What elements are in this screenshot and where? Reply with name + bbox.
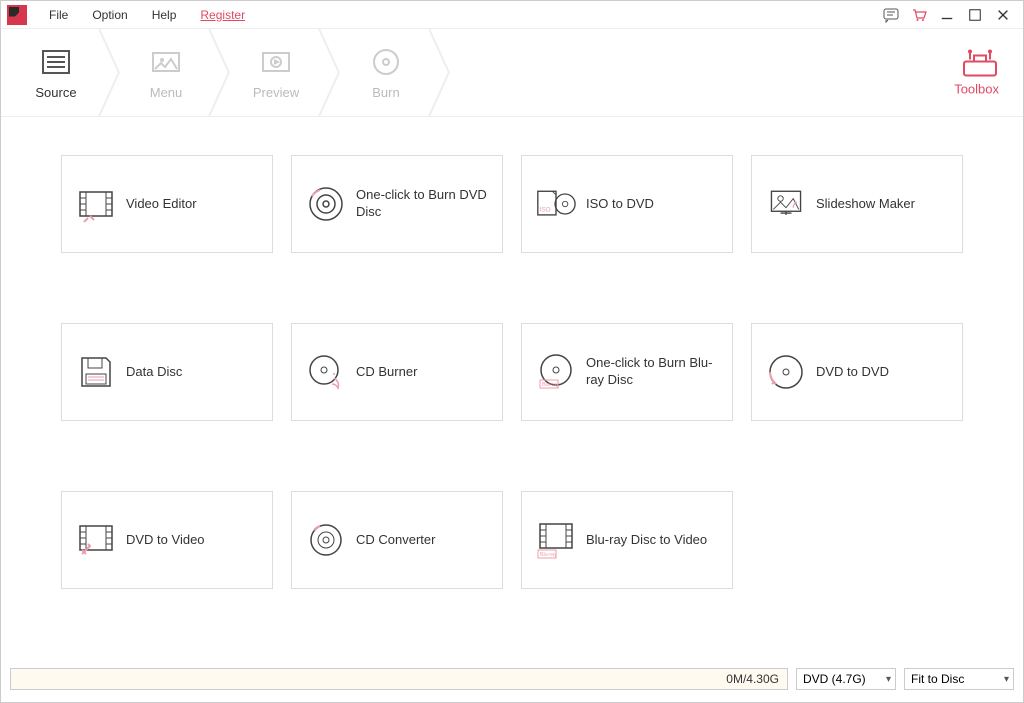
card-label: DVD to Video [126,532,205,549]
card-cd-converter[interactable]: CD Converter [291,491,503,589]
step-burn[interactable]: Burn [331,29,441,116]
card-video-editor[interactable]: Video Editor [61,155,273,253]
card-label: ISO to DVD [586,196,654,213]
titlebar: File Option Help Register [1,1,1023,29]
card-label: One-click to Burn Blu-ray Disc [586,355,718,389]
toolbox-icon [960,49,994,75]
menu-step-icon [149,45,183,79]
card-label: Blu-ray Disc to Video [586,532,707,549]
step-bar: Source Menu Preview Burn [1,29,1023,117]
card-label: One-click to Burn DVD Disc [356,187,488,221]
cd-converter-icon [306,520,346,560]
menu-help[interactable]: Help [140,8,189,22]
footer-bar: 0M/4.30G DVD (4.7G) Fit to Disc [0,665,1024,693]
step-source[interactable]: Source [1,29,111,116]
card-slideshow[interactable]: Slideshow Maker [751,155,963,253]
card-burn-dvd[interactable]: One-click to Burn DVD Disc [291,155,503,253]
video-editor-icon [76,184,116,224]
maximize-icon[interactable] [967,7,983,23]
svg-text:ISO: ISO [540,206,551,213]
disc-type-value: DVD (4.7G) [803,672,866,686]
step-label: Menu [150,85,183,100]
fit-dropdown[interactable]: Fit to Disc [904,668,1014,690]
minimize-icon[interactable] [939,7,955,23]
card-burn-bluray[interactable]: Blu-ray One-click to Burn Blu-ray Disc [521,323,733,421]
size-text: 0M/4.30G [726,672,779,686]
toolbox-label: Toolbox [954,81,999,96]
step-label: Burn [372,85,399,100]
card-dvd-to-dvd[interactable]: DVD to DVD [751,323,963,421]
card-bluray-to-video[interactable]: Blu-ray Blu-ray Disc to Video [521,491,733,589]
svg-text:Blu-ray: Blu-ray [540,552,557,558]
step-menu[interactable]: Menu [111,29,221,116]
dvd-to-video-icon [76,520,116,560]
card-data-disc[interactable]: Data Disc [61,323,273,421]
svg-text:Blu-ray: Blu-ray [542,382,559,388]
burn-bluray-icon: Blu-ray [536,352,576,392]
menu-file[interactable]: File [37,8,80,22]
cd-burner-icon [306,352,346,392]
card-dvd-to-video[interactable]: DVD to Video [61,491,273,589]
slideshow-icon [766,184,806,224]
dvd-to-dvd-icon [766,352,806,392]
card-label: DVD to DVD [816,364,889,381]
burn-dvd-icon [306,184,346,224]
menu-register[interactable]: Register [188,8,257,22]
fit-value: Fit to Disc [911,672,964,686]
step-preview[interactable]: Preview [221,29,331,116]
card-label: Data Disc [126,364,182,381]
disc-type-dropdown[interactable]: DVD (4.7G) [796,668,896,690]
card-cd-burner[interactable]: CD Burner [291,323,503,421]
feedback-icon[interactable] [883,7,899,23]
data-disc-icon [76,352,116,392]
iso-to-dvd-icon: ISO [536,184,576,224]
source-step-icon [39,45,73,79]
bluray-to-video-icon: Blu-ray [536,520,576,560]
card-label: Video Editor [126,196,197,213]
step-label: Preview [253,85,299,100]
card-label: Slideshow Maker [816,196,915,213]
menu-option[interactable]: Option [80,8,139,22]
burn-step-icon [369,45,403,79]
app-logo-icon [7,5,27,25]
preview-step-icon [259,45,293,79]
size-progress: 0M/4.30G [10,668,788,690]
card-label: CD Burner [356,364,417,381]
step-label: Source [35,85,76,100]
cart-icon[interactable] [911,7,927,23]
close-icon[interactable] [995,7,1011,23]
content-area: Video Editor One-click to Burn DVD Disc … [1,117,1023,665]
toolbox-button[interactable]: Toolbox [954,49,999,96]
card-iso-to-dvd[interactable]: ISO ISO to DVD [521,155,733,253]
card-label: CD Converter [356,532,435,549]
